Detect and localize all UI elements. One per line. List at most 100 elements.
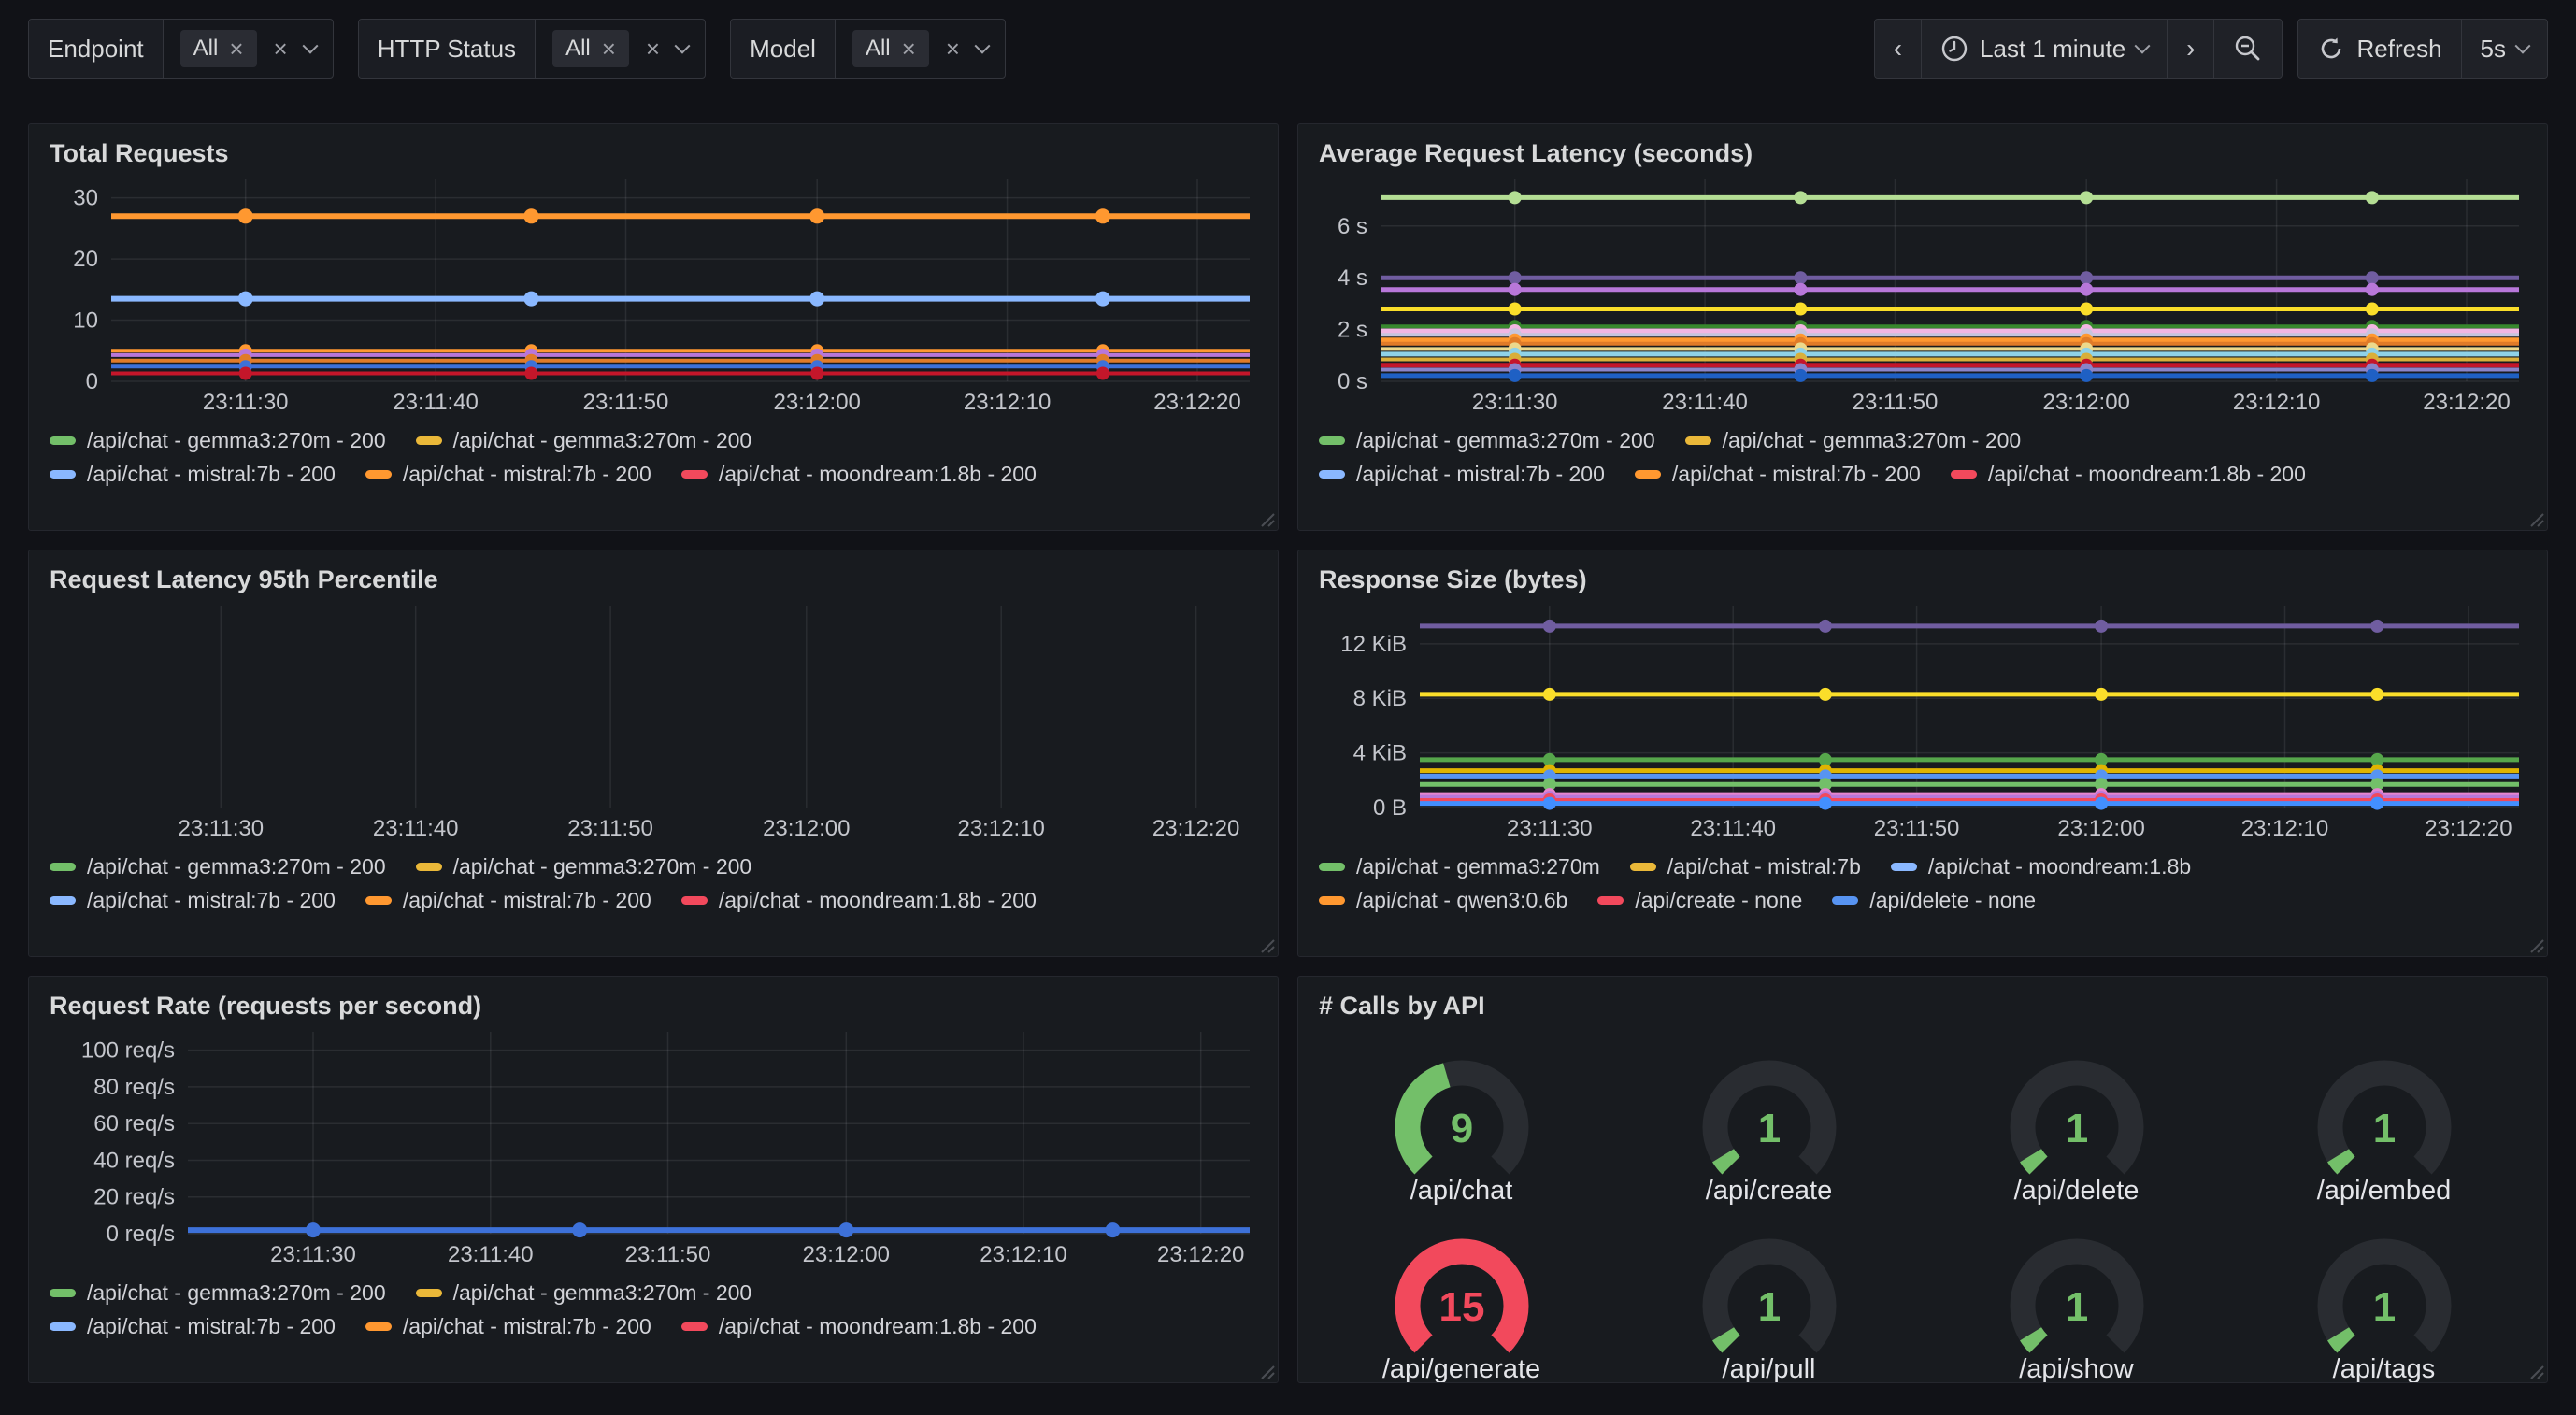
panel-resize-handle[interactable] [2527, 510, 2544, 527]
panel-calls-by-api: # Calls by API9/api/chat1/api/create1/ap… [1297, 976, 2548, 1383]
filter-http-status[interactable]: HTTP Status All × × [358, 19, 706, 79]
legend-item[interactable]: /api/chat - mistral:7b - 200 [1319, 462, 1605, 487]
legend-series-swatch [1685, 436, 1711, 445]
x-axis-tick: 23:11:40 [448, 1242, 534, 1267]
legend-item[interactable]: /api/chat - mistral:7b - 200 [50, 1314, 336, 1339]
legend: /api/chat - gemma3:270m - 200/api/chat -… [29, 1274, 1278, 1343]
legend-item[interactable]: /api/chat - mistral:7b - 200 [50, 888, 336, 913]
time-range-picker[interactable]: Last 1 minute [1922, 20, 2168, 78]
filter-endpoint-chip[interactable]: All × [180, 30, 257, 67]
panel-request-rate-requests-per-second: Request Rate (requests per second)0 req/… [28, 976, 1279, 1383]
chart[interactable]: 0 B4 KiB8 KiB12 KiB23:11:3023:11:4023:11… [1315, 596, 2530, 843]
filter-clear-icon[interactable]: × [946, 36, 960, 61]
legend-series-label: /api/chat - mistral:7b [1667, 854, 1861, 879]
chip-close-icon[interactable]: × [902, 36, 916, 61]
chevron-down-icon[interactable] [974, 38, 990, 54]
legend-series-label: /api/chat - gemma3:270m [1356, 854, 1600, 879]
legend-item[interactable]: /api/chat - mistral:7b [1630, 854, 1861, 879]
series-point [1543, 688, 1556, 701]
legend-item[interactable]: /api/chat - mistral:7b - 200 [1635, 462, 1921, 487]
x-axis-tick: 23:12:00 [2057, 816, 2144, 841]
filter-model-value[interactable]: All × × [836, 20, 1005, 78]
legend-series-label: /api/chat - mistral:7b - 200 [87, 888, 336, 913]
time-controls: ‹ Last 1 minute › [1874, 19, 2548, 79]
legend-item[interactable]: /api/chat - moondream:1.8b - 200 [681, 1314, 1037, 1339]
y-axis-tick: 2 s [1338, 318, 1367, 343]
legend-series-swatch [50, 470, 76, 479]
panel-title[interactable]: Request Latency 95th Percentile [29, 550, 1278, 594]
panel-title[interactable]: Request Rate (requests per second) [29, 977, 1278, 1021]
legend-series-swatch [365, 1322, 392, 1331]
y-axis-tick: 0 B [1373, 795, 1407, 821]
legend-item[interactable]: /api/chat - mistral:7b - 200 [365, 1314, 651, 1339]
legend-item[interactable]: /api/create - none [1597, 888, 1802, 913]
time-range-label: Last 1 minute [1980, 35, 2125, 64]
legend-item[interactable]: /api/chat - moondream:1.8b - 200 [681, 462, 1037, 487]
series-point [2366, 303, 2379, 316]
chip-close-icon[interactable]: × [229, 36, 243, 61]
panel-title[interactable]: Response Size (bytes) [1298, 550, 2547, 594]
legend-item[interactable]: /api/chat - gemma3:270m - 200 [1685, 428, 2022, 453]
chevron-down-icon[interactable] [675, 38, 691, 54]
time-back-button[interactable]: ‹ [1875, 20, 1922, 78]
legend-series-label: /api/chat - moondream:1.8b [1928, 854, 2191, 879]
legend-item[interactable]: /api/chat - gemma3:270m [1319, 854, 1600, 879]
gauge-api-embed: 1/api/embed [2230, 1037, 2538, 1207]
panel-resize-handle[interactable] [1258, 510, 1275, 527]
filter-endpoint-value[interactable]: All × × [164, 20, 333, 78]
chip-close-icon[interactable]: × [602, 36, 616, 61]
panel-resize-handle[interactable] [2527, 936, 2544, 953]
legend-item[interactable]: /api/chat - qwen3:0.6b [1319, 888, 1567, 913]
filter-http-status-value[interactable]: All × × [536, 20, 705, 78]
legend-item[interactable]: /api/chat - mistral:7b - 200 [50, 462, 336, 487]
series-point [523, 292, 538, 307]
chevron-down-icon[interactable] [302, 38, 318, 54]
chart[interactable]: 23:11:3023:11:4023:11:5023:12:0023:12:10… [46, 596, 1261, 843]
zoom-out-button[interactable] [2214, 20, 2282, 78]
x-axis-tick: 23:11:40 [1662, 390, 1748, 415]
legend-item[interactable]: /api/chat - moondream:1.8b - 200 [681, 888, 1037, 913]
filter-clear-icon[interactable]: × [274, 36, 288, 61]
chart-area: 010203023:11:3023:11:4023:11:5023:12:002… [29, 168, 1278, 422]
series-point [1095, 208, 1110, 223]
refresh-interval-button[interactable]: 5s [2462, 20, 2547, 78]
legend-item[interactable]: /api/chat - gemma3:270m - 200 [416, 854, 752, 879]
filter-clear-icon[interactable]: × [646, 36, 660, 61]
gauge-grid: 9/api/chat1/api/create1/api/delete1/api/… [1298, 1021, 2547, 1383]
legend-item[interactable]: /api/chat - gemma3:270m - 200 [1319, 428, 1655, 453]
legend-item[interactable]: /api/chat - gemma3:270m - 200 [50, 428, 386, 453]
series-point [809, 292, 824, 307]
panel-resize-handle[interactable] [1258, 936, 1275, 953]
filter-endpoint[interactable]: Endpoint All × × [28, 19, 334, 79]
panel-title[interactable]: # Calls by API [1298, 977, 2547, 1021]
legend-item[interactable]: /api/chat - mistral:7b - 200 [365, 888, 651, 913]
series-point [2366, 283, 2379, 296]
filter-model[interactable]: Model All × × [730, 19, 1006, 79]
legend-series-swatch [1891, 863, 1917, 871]
gauge-arc: 15 [1364, 1216, 1560, 1354]
series-point [810, 367, 823, 380]
legend-item[interactable]: /api/chat - gemma3:270m - 200 [416, 1280, 752, 1306]
chart[interactable]: 010203023:11:3023:11:4023:11:5023:12:002… [46, 170, 1261, 417]
panel-resize-handle[interactable] [2527, 1363, 2544, 1379]
time-forward-button[interactable]: › [2168, 20, 2214, 78]
legend-item[interactable]: /api/delete - none [1832, 888, 2036, 913]
filter-model-chip[interactable]: All × [852, 30, 929, 67]
panel-resize-handle[interactable] [1258, 1363, 1275, 1379]
chart[interactable]: 0 s2 s4 s6 s23:11:3023:11:4023:11:5023:1… [1315, 170, 2530, 417]
x-axis-tick: 23:11:30 [1507, 816, 1593, 841]
legend-item[interactable]: /api/chat - gemma3:270m - 200 [50, 854, 386, 879]
filter-http-status-chip[interactable]: All × [552, 30, 629, 67]
panel-title[interactable]: Total Requests [29, 124, 1278, 168]
panel-response-size-bytes: Response Size (bytes)0 B4 KiB8 KiB12 KiB… [1297, 550, 2548, 957]
legend-item[interactable]: /api/chat - moondream:1.8b [1891, 854, 2191, 879]
panel-title[interactable]: Average Request Latency (seconds) [1298, 124, 2547, 168]
refresh-button[interactable]: Refresh [2298, 20, 2461, 78]
legend-item[interactable]: /api/chat - moondream:1.8b - 200 [1951, 462, 2306, 487]
legend-item[interactable]: /api/chat - gemma3:270m - 200 [416, 428, 752, 453]
legend-item[interactable]: /api/chat - mistral:7b - 200 [365, 462, 651, 487]
legend-item[interactable]: /api/chat - gemma3:270m - 200 [50, 1280, 386, 1306]
filter-bar: Endpoint All × × HTTP Status All × × [28, 19, 1006, 79]
chart[interactable]: 0 req/s20 req/s40 req/s60 req/s80 req/s1… [46, 1022, 1261, 1269]
series-point [1509, 283, 1522, 296]
